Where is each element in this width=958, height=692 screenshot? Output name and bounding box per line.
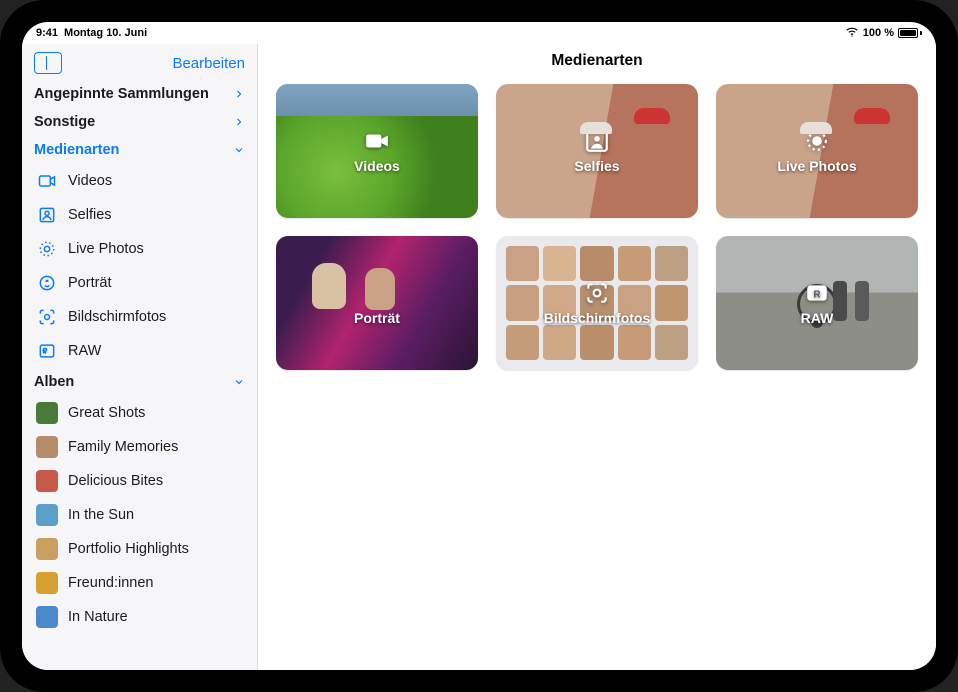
raw-icon: [36, 340, 58, 362]
sidebar-item-videos[interactable]: Videos: [22, 164, 257, 198]
tile-portrait[interactable]: Porträt: [276, 236, 478, 370]
sidebar-section-pinned[interactable]: Angepinnte Sammlungen: [22, 80, 257, 108]
sidebar-item-selfies[interactable]: Selfies: [22, 198, 257, 232]
sidebar-item-label: Porträt: [68, 275, 245, 291]
tile-live-photos[interactable]: Live Photos: [716, 84, 918, 218]
main-header: Medienarten: [258, 44, 936, 78]
status-date: Montag 10. Juni: [64, 27, 147, 39]
media-types-grid: Videos Selfies Live Photos: [258, 78, 936, 388]
status-time: 9:41: [36, 27, 58, 39]
album-thumb: [36, 504, 58, 526]
sidebar-item-raw[interactable]: RAW: [22, 334, 257, 368]
sidebar-item-label: Freund:innen: [68, 575, 245, 591]
sidebar-toggle-button[interactable]: [34, 52, 62, 74]
page-title: Medienarten: [551, 52, 642, 70]
sidebar-section-label: Angepinnte Sammlungen: [34, 86, 223, 102]
sidebar-item-label: Great Shots: [68, 405, 245, 421]
album-thumb: [36, 402, 58, 424]
battery-icon: [898, 28, 922, 38]
sidebar-album-item[interactable]: Portfolio Highlights: [22, 532, 257, 566]
content-split: Bearbeiten Angepinnte Sammlungen Sonstig…: [22, 44, 936, 670]
tile-selfies[interactable]: Selfies: [496, 84, 698, 218]
tile-label: Selfies: [574, 158, 619, 174]
tile-label: Videos: [354, 158, 400, 174]
screen: 9:41 Montag 10. Juni 100 %: [22, 22, 936, 670]
sidebar-section-albums[interactable]: Alben: [22, 368, 257, 396]
sidebar-item-label: Selfies: [68, 207, 245, 223]
ipad-device-frame: 9:41 Montag 10. Juni 100 %: [0, 0, 958, 692]
sidebar-album-item[interactable]: Family Memories: [22, 430, 257, 464]
album-thumb: [36, 606, 58, 628]
sidebar-album-item[interactable]: In Nature: [22, 600, 257, 634]
edit-button[interactable]: Bearbeiten: [172, 55, 245, 72]
album-thumb: [36, 572, 58, 594]
screenshot-icon: [584, 280, 610, 306]
sidebar-album-item[interactable]: Freund:innen: [22, 566, 257, 600]
svg-text:R: R: [813, 289, 820, 300]
sidebar-item-label: Live Photos: [68, 241, 245, 257]
tile-label: Live Photos: [777, 158, 856, 174]
sidebar-item-label: Videos: [68, 173, 245, 189]
sidebar-section-label: Medienarten: [34, 142, 223, 158]
tile-label: RAW: [801, 310, 834, 326]
sidebar-album-item[interactable]: Delicious Bites: [22, 464, 257, 498]
chevron-down-icon: [233, 376, 245, 388]
tile-raw[interactable]: R RAW: [716, 236, 918, 370]
sidebar-item-label: Bildschirmfotos: [68, 309, 245, 325]
sidebar-album-item[interactable]: In the Sun: [22, 498, 257, 532]
sidebar-item-live-photos[interactable]: Live Photos: [22, 232, 257, 266]
album-thumb: [36, 538, 58, 560]
sidebar-item-label: Portfolio Highlights: [68, 541, 245, 557]
portrait-icon: [36, 272, 58, 294]
sidebar-section-label: Sonstige: [34, 114, 223, 130]
tile-label: Porträt: [354, 310, 400, 326]
sidebar-section-media-types[interactable]: Medienarten: [22, 136, 257, 164]
status-bar: 9:41 Montag 10. Juni 100 %: [22, 22, 936, 44]
sidebar-item-label: In Nature: [68, 609, 245, 625]
tile-videos[interactable]: Videos: [276, 84, 478, 218]
sidebar: Bearbeiten Angepinnte Sammlungen Sonstig…: [22, 44, 258, 670]
sidebar-item-label: In the Sun: [68, 507, 245, 523]
main-panel: Medienarten Videos Selfies: [258, 44, 936, 670]
chevron-down-icon: [233, 144, 245, 156]
album-thumb: [36, 470, 58, 492]
chevron-right-icon: [233, 116, 245, 128]
album-thumb: [36, 436, 58, 458]
raw-icon: R: [804, 280, 830, 306]
sidebar-album-item[interactable]: Great Shots: [22, 396, 257, 430]
tile-screenshots[interactable]: Bildschirmfotos: [496, 236, 698, 370]
sidebar-item-label: Delicious Bites: [68, 473, 245, 489]
battery-text: 100 %: [863, 27, 894, 39]
portrait-icon: [364, 280, 390, 306]
video-icon: [364, 128, 390, 154]
tile-label: Bildschirmfotos: [544, 310, 651, 326]
screenshot-icon: [36, 306, 58, 328]
sidebar-section-other[interactable]: Sonstige: [22, 108, 257, 136]
selfie-icon: [584, 128, 610, 154]
wifi-icon: [845, 25, 859, 42]
sidebar-item-label: RAW: [68, 343, 245, 359]
livephoto-icon: [36, 238, 58, 260]
sidebar-header: Bearbeiten: [22, 44, 257, 80]
video-icon: [36, 170, 58, 192]
sidebar-list: Angepinnte Sammlungen Sonstige Medienart…: [22, 80, 257, 670]
chevron-right-icon: [233, 88, 245, 100]
selfie-icon: [36, 204, 58, 226]
sidebar-item-screenshots[interactable]: Bildschirmfotos: [22, 300, 257, 334]
livephoto-icon: [804, 128, 830, 154]
sidebar-item-label: Family Memories: [68, 439, 245, 455]
sidebar-item-portrait[interactable]: Porträt: [22, 266, 257, 300]
sidebar-section-label: Alben: [34, 374, 223, 390]
